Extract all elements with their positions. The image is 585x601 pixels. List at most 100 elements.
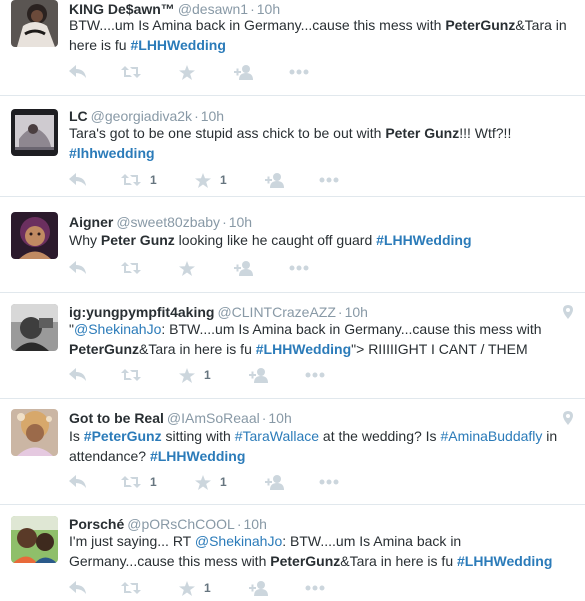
hashtag-link[interactable]: #AminaBuddafly xyxy=(440,428,542,444)
tweet[interactable]: LC @georgiadiva2k · 10h Tara's got to be on… xyxy=(0,96,585,197)
tweet-author-name[interactable]: Got to be Real xyxy=(69,410,164,426)
star-icon xyxy=(195,474,211,490)
hashtag-link[interactable]: #TaraWallace xyxy=(235,428,319,444)
add-user-icon xyxy=(249,367,268,383)
more-options-button[interactable] xyxy=(289,62,309,82)
follow-button[interactable] xyxy=(249,365,269,385)
tweet-author-name[interactable]: Porsché xyxy=(69,516,124,532)
add-user-icon xyxy=(234,260,253,276)
tweet-username[interactable]: @georgiadiva2k xyxy=(91,108,192,124)
tweet-header: Aigner @sweet80zbaby · 10h xyxy=(69,214,253,230)
follow-button[interactable] xyxy=(265,170,285,190)
keyword-highlight: PeterGunz xyxy=(445,17,516,33)
retweet-icon xyxy=(121,582,141,594)
tweet-header: Got to be Real @IAmSoReaal · 10h xyxy=(69,410,292,426)
tweet[interactable]: KING De$awn™ @desawn1 · 10h BTW....um Is Am… xyxy=(0,0,585,96)
keyword-highlight: PeterGunz xyxy=(270,553,341,569)
favorite-button[interactable] xyxy=(179,62,204,82)
retweet-count: 1 xyxy=(150,475,157,489)
reply-button[interactable] xyxy=(69,578,87,598)
tweet-text: Why Peter Gunz looking like he caught of… xyxy=(69,232,472,248)
hashtag-link[interactable]: #LHHWedding xyxy=(376,232,471,248)
reply-button[interactable] xyxy=(69,62,87,82)
tweet-timestamp[interactable]: 10h xyxy=(268,410,291,426)
retweet-icon xyxy=(121,66,141,78)
more-options-button[interactable] xyxy=(305,365,325,385)
hashtag-link[interactable]: #LHHWedding xyxy=(256,341,351,357)
keyword-highlight: Peter Gunz xyxy=(385,125,460,141)
follow-button[interactable] xyxy=(249,578,269,598)
avatar[interactable] xyxy=(11,109,58,156)
star-icon xyxy=(179,64,195,80)
retweet-button[interactable]: 1 xyxy=(121,170,157,190)
tweet-timestamp[interactable]: 10h xyxy=(229,214,252,230)
retweet-button[interactable]: 1 xyxy=(121,472,157,492)
retweet-button[interactable] xyxy=(121,258,150,278)
tweet-actions: 1 xyxy=(69,365,369,385)
hashtag-link[interactable]: #LHHWedding xyxy=(150,448,245,464)
retweet-button[interactable] xyxy=(121,578,150,598)
tweet-username[interactable]: @pORsChCOOL xyxy=(127,516,235,532)
tweet-timestamp[interactable]: 10h xyxy=(244,516,267,532)
tweet-actions: 1 1 xyxy=(69,170,369,190)
more-options-button[interactable] xyxy=(305,578,325,598)
reply-icon xyxy=(69,475,86,488)
add-user-icon xyxy=(265,474,284,490)
mention-link[interactable]: @ShekinahJo xyxy=(195,533,282,549)
avatar[interactable] xyxy=(11,304,58,351)
location-pin-icon[interactable] xyxy=(563,411,573,425)
tweet[interactable]: Aigner @sweet80zbaby · 10h Why Peter Gunz l… xyxy=(0,197,585,293)
tweet-username[interactable]: @CLINTCrazeAZZ xyxy=(217,304,335,320)
hashtag-link[interactable]: #LHHWedding xyxy=(457,553,552,569)
star-icon xyxy=(179,367,195,383)
tweet-username[interactable]: @IAmSoReaal xyxy=(167,410,260,426)
more-icon xyxy=(289,69,309,75)
tweet-username[interactable]: @sweet80zbaby xyxy=(116,214,220,230)
tweet-author-name[interactable]: Aigner xyxy=(69,214,113,230)
add-user-icon xyxy=(249,580,268,596)
tweet[interactable]: Got to be Real @IAmSoReaal · 10h Is #PeterG… xyxy=(0,399,585,505)
follow-button[interactable] xyxy=(234,62,254,82)
location-pin-icon[interactable] xyxy=(563,305,573,319)
retweet-button[interactable] xyxy=(121,62,150,82)
tweet-text: "@ShekinahJo: BTW....um Is Amina back in… xyxy=(69,321,542,357)
tweet-actions xyxy=(69,62,369,82)
favorite-count: 1 xyxy=(220,475,227,489)
reply-button[interactable] xyxy=(69,170,87,190)
follow-button[interactable] xyxy=(265,472,285,492)
more-options-button[interactable] xyxy=(319,472,339,492)
reply-button[interactable] xyxy=(69,472,87,492)
retweet-count: 1 xyxy=(150,173,157,187)
more-options-button[interactable] xyxy=(289,258,309,278)
tweet-timestamp[interactable]: 10h xyxy=(345,304,368,320)
avatar[interactable] xyxy=(11,0,58,47)
favorite-button[interactable]: 1 xyxy=(195,472,227,492)
more-options-button[interactable] xyxy=(319,170,339,190)
favorite-count: 1 xyxy=(204,368,211,382)
reply-icon xyxy=(69,368,86,381)
tweet-author-name[interactable]: ig:yungpympfit4aking xyxy=(69,304,214,320)
reply-button[interactable] xyxy=(69,258,87,278)
favorite-button[interactable] xyxy=(179,258,204,278)
reply-icon xyxy=(69,581,86,594)
tweet-timestamp[interactable]: 10h xyxy=(201,108,224,124)
follow-button[interactable] xyxy=(234,258,254,278)
avatar[interactable] xyxy=(11,516,58,563)
favorite-count: 1 xyxy=(220,173,227,187)
avatar[interactable] xyxy=(11,212,58,259)
tweet-author-name[interactable]: LC xyxy=(69,108,88,124)
tweet-actions: 1 xyxy=(69,578,369,598)
hashtag-link[interactable]: #LHHWedding xyxy=(130,37,225,53)
hashtag-link[interactable]: #PeterGunz xyxy=(84,428,162,444)
hashtag-link[interactable]: #lhhwedding xyxy=(69,145,155,161)
tweet[interactable]: ig:yungpympfit4aking @CLINTCrazeAZZ · 10h "… xyxy=(0,293,585,399)
mention-link[interactable]: @ShekinahJo xyxy=(74,321,161,337)
favorite-button[interactable]: 1 xyxy=(195,170,227,190)
tweet-actions: 1 1 xyxy=(69,472,369,492)
favorite-button[interactable]: 1 xyxy=(179,365,211,385)
avatar[interactable] xyxy=(11,409,58,456)
reply-button[interactable] xyxy=(69,365,87,385)
favorite-button[interactable]: 1 xyxy=(179,578,211,598)
tweet[interactable]: Porsché @pORsChCOOL · 10h I'm just saying..… xyxy=(0,505,585,601)
retweet-button[interactable] xyxy=(121,365,150,385)
